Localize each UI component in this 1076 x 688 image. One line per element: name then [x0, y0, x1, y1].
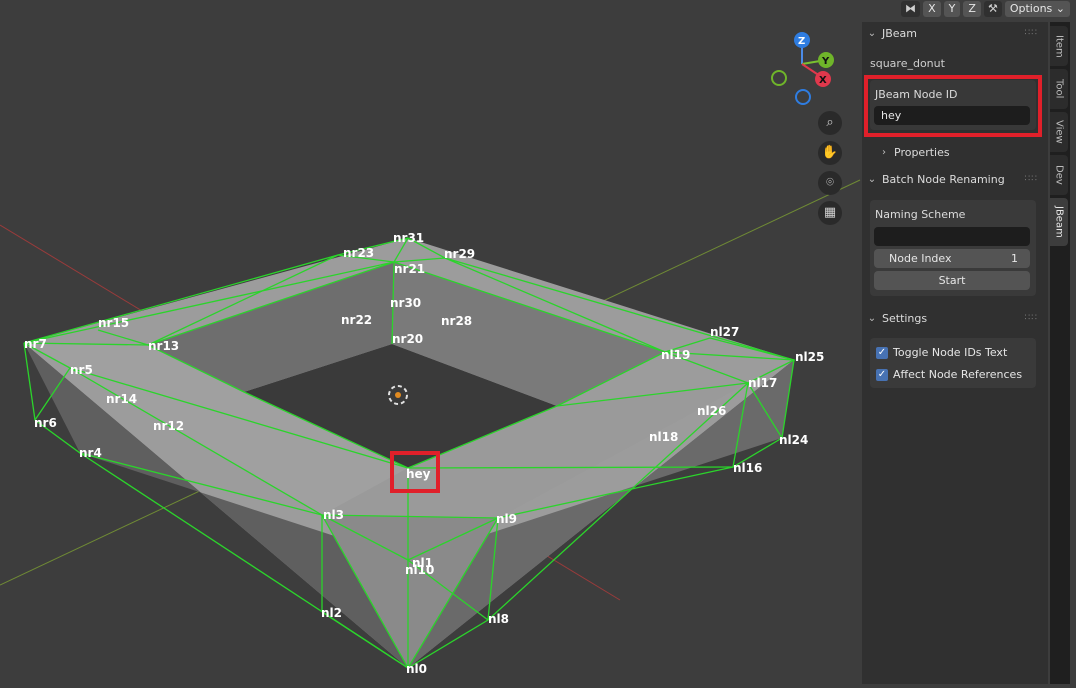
tab-tool[interactable]: Tool — [1050, 69, 1068, 109]
node-index-value: 1 — [1011, 252, 1018, 265]
check-icon: ✓ — [876, 346, 888, 359]
node-label: nl10 — [405, 563, 434, 577]
object-name: square_donut — [870, 57, 945, 70]
navigation-gizmo: Z Y X — [771, 32, 834, 105]
chevron-down-icon: ⌄ — [867, 312, 877, 324]
svg-text:Y: Y — [821, 56, 830, 67]
svg-text:X: X — [819, 75, 827, 86]
node-label: nr29 — [444, 247, 475, 261]
mirror-z-toggle[interactable]: Z — [963, 1, 981, 17]
node-label: nl18 — [649, 430, 678, 444]
node-index-field[interactable]: Node Index 1 — [874, 249, 1030, 268]
node-label: nl19 — [661, 348, 690, 362]
sidebar-tabs: Item Tool View Dev JBeam — [1050, 22, 1070, 684]
node-label-selected: hey — [406, 467, 431, 481]
wrench-icon[interactable]: ⚒ — [983, 1, 1002, 17]
mirror-x-toggle[interactable]: X — [923, 1, 941, 17]
sidebar-panel: ⌄ JBeam ∷∷ square_donut JBeam Node ID he… — [862, 22, 1048, 684]
tab-label: View — [1053, 120, 1065, 144]
node-label: nr15 — [98, 316, 129, 330]
tab-label: JBeam — [1053, 206, 1065, 238]
node-label: nl2 — [321, 606, 342, 620]
node-label: nr12 — [153, 419, 184, 433]
node-label: nr31 — [393, 231, 424, 245]
options-label: Options — [1009, 2, 1053, 15]
grid-icon[interactable]: ▦ — [818, 201, 842, 225]
hand-icon[interactable]: ✋ — [818, 141, 842, 165]
grip-icon[interactable]: ∷∷ — [1025, 174, 1038, 184]
3d-cursor-center — [395, 392, 401, 398]
node-label: nl9 — [496, 512, 517, 526]
node-label: nr7 — [24, 337, 47, 351]
naming-scheme-input[interactable] — [874, 227, 1030, 246]
check-icon: ✓ — [876, 368, 888, 381]
node-label: nr28 — [441, 314, 472, 328]
node-label: nr13 — [148, 339, 179, 353]
naming-scheme-label: Naming Scheme — [875, 208, 966, 221]
node-label: nl24 — [779, 433, 808, 447]
node-label: nr14 — [106, 392, 137, 406]
viewport-header: ⧓ X Y Z ⚒ Options ⌄ — [901, 0, 1076, 18]
node-label: nr5 — [70, 363, 93, 377]
section-settings-header[interactable]: ⌄ Settings ∷∷ — [862, 307, 1048, 329]
toggle-ids-label: Toggle Node IDs Text — [893, 346, 1008, 359]
node-label: nl8 — [488, 612, 509, 626]
batch-box: Naming Scheme Node Index 1 Start — [870, 200, 1036, 296]
properties-subpanel[interactable]: › Properties — [862, 141, 1048, 163]
highlight-box-panel — [864, 75, 1042, 137]
properties-label: Properties — [894, 145, 950, 159]
camera-icon[interactable]: ⌾ — [818, 171, 842, 195]
node-index-label: Node Index — [889, 252, 952, 265]
section-jbeam-header[interactable]: ⌄ JBeam ∷∷ — [862, 22, 1048, 44]
tab-label: Item — [1053, 34, 1065, 58]
affect-node-references-checkbox[interactable]: ✓ Affect Node References — [876, 368, 1022, 381]
node-label: nr22 — [341, 313, 372, 327]
zoom-icon[interactable]: ⌕ — [818, 111, 842, 135]
node-label: nr4 — [79, 446, 102, 460]
node-label: nr30 — [390, 296, 421, 310]
gizmo-neg-y-icon — [771, 70, 787, 86]
node-label: nr23 — [343, 246, 374, 260]
tab-item[interactable]: Item — [1050, 26, 1068, 66]
section-batch-header[interactable]: ⌄ Batch Node Renaming ∷∷ — [862, 168, 1048, 190]
affect-refs-label: Affect Node References — [893, 368, 1023, 381]
node-label: nl0 — [406, 662, 427, 676]
grip-icon[interactable]: ∷∷ — [1025, 313, 1038, 323]
start-button[interactable]: Start — [874, 271, 1030, 290]
node-label: nl17 — [748, 376, 777, 390]
tab-label: Tool — [1053, 79, 1065, 99]
chevron-down-icon: ⌄ — [867, 173, 877, 185]
options-dropdown[interactable]: Options ⌄ — [1004, 1, 1070, 17]
chevron-down-icon: ⌄ — [867, 27, 877, 39]
tab-dev[interactable]: Dev — [1050, 155, 1068, 195]
tab-label: Dev — [1053, 165, 1065, 185]
section-title: Settings — [882, 311, 928, 325]
node-label: nr6 — [34, 416, 57, 430]
node-label: nl3 — [323, 508, 344, 522]
svg-text:Z: Z — [798, 36, 805, 47]
gizmo-neg-z-icon — [795, 89, 811, 105]
node-label: nl26 — [697, 404, 726, 418]
chevron-down-icon: ⌄ — [1055, 2, 1065, 15]
grip-icon[interactable]: ∷∷ — [1025, 28, 1038, 38]
node-label: nl16 — [733, 461, 762, 475]
chevron-right-icon: › — [882, 146, 886, 158]
mirror-y-toggle[interactable]: Y — [943, 1, 961, 17]
settings-box: ✓ Toggle Node IDs Text ✓ Affect Node Ref… — [870, 338, 1036, 388]
tab-jbeam[interactable]: JBeam — [1050, 198, 1068, 246]
tab-view[interactable]: View — [1050, 112, 1068, 152]
node-label: nl27 — [710, 325, 739, 339]
section-title: JBeam — [882, 26, 918, 40]
node-label: nl25 — [795, 350, 824, 364]
node-label: nr20 — [392, 332, 423, 346]
mirror-icon[interactable]: ⧓ — [901, 1, 921, 17]
toggle-node-ids-checkbox[interactable]: ✓ Toggle Node IDs Text — [876, 346, 1007, 359]
section-title: Batch Node Renaming — [882, 172, 1005, 186]
node-label: nr21 — [394, 262, 425, 276]
